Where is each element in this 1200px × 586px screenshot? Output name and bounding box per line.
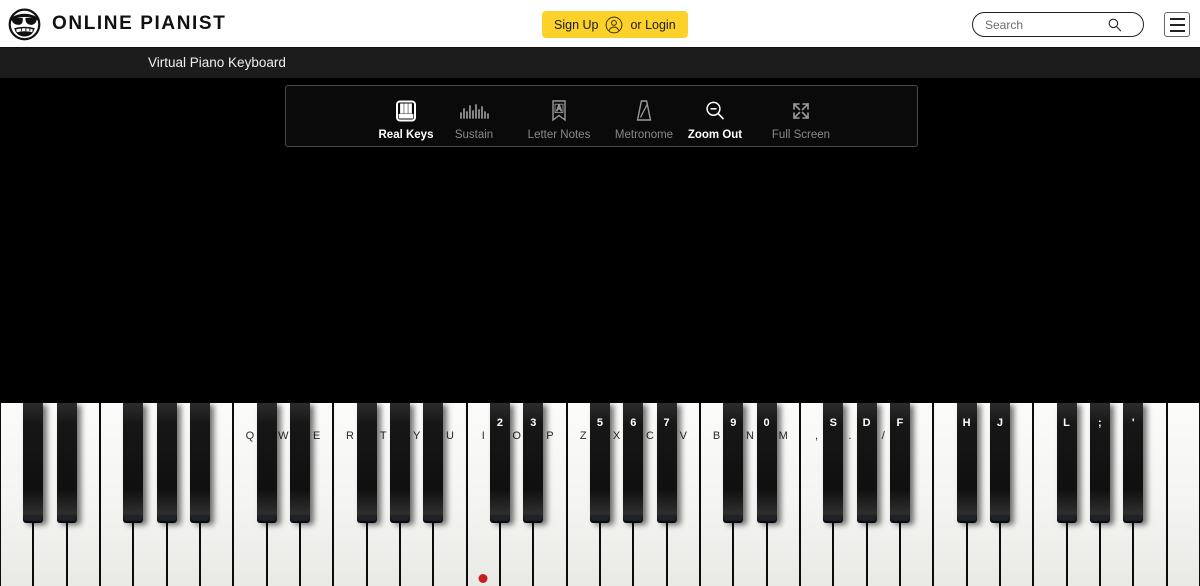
tool-label: Letter Notes	[527, 129, 591, 141]
black-key[interactable]: 2	[489, 403, 510, 523]
piano-keyboard[interactable]: Q W E R T Y U I O P Z X C V B N M,./2 3 5 6 7 9 0 S D F H J L; '	[0, 403, 1200, 586]
black-key[interactable]: 0	[756, 403, 777, 523]
black-key-label: 9	[730, 417, 737, 429]
tool-label: Metronome	[614, 129, 674, 141]
search-box[interactable]	[972, 12, 1144, 37]
piano-toolbar: Real Keys Sustain A Letter Notes Metrono…	[285, 85, 918, 147]
piano-keys-icon	[394, 98, 418, 124]
black-key-label: 6	[630, 417, 637, 429]
white-key[interactable]	[1166, 403, 1200, 586]
brand-name: ONLINE PIANIST	[52, 12, 227, 34]
search-input[interactable]	[973, 14, 1107, 35]
black-key[interactable]: '	[1123, 403, 1144, 523]
black-key[interactable]: F	[889, 403, 910, 523]
letter-page-icon: A	[549, 98, 569, 124]
black-key-label: '	[1131, 417, 1135, 429]
site-header: ONLINE PIANIST Sign Up or Login	[0, 0, 1200, 48]
tool-full-screen[interactable]: Full Screen	[755, 86, 847, 141]
black-key[interactable]	[23, 403, 44, 523]
piano-stage: Real Keys Sustain A Letter Notes Metrono…	[0, 78, 1200, 586]
sunglasses-face-logo-icon	[8, 8, 41, 41]
hamburger-menu-icon[interactable]	[1164, 12, 1190, 37]
page-title: Virtual Piano Keyboard	[148, 55, 286, 70]
black-key-label: J	[996, 417, 1003, 429]
black-key-label: 7	[663, 417, 670, 429]
black-key-label: 2	[496, 417, 503, 429]
tool-label: Real Keys	[378, 129, 434, 141]
black-key[interactable]	[256, 403, 277, 523]
metronome-icon	[634, 98, 654, 124]
tool-label: Sustain	[454, 129, 494, 141]
black-key[interactable]: 3	[523, 403, 544, 523]
black-key[interactable]	[123, 403, 144, 523]
fullscreen-icon	[789, 98, 813, 124]
hamburger-bar	[1169, 29, 1185, 32]
black-key[interactable]: D	[856, 403, 877, 523]
black-key-label: L	[1063, 417, 1070, 429]
black-key-label: H	[962, 417, 971, 429]
black-key[interactable]	[423, 403, 444, 523]
black-key-label: 0	[763, 417, 770, 429]
zoom-out-icon	[703, 98, 727, 124]
black-key[interactable]	[289, 403, 310, 523]
tool-label: Zoom Out	[687, 129, 743, 141]
search-icon[interactable]	[1107, 17, 1122, 32]
black-key[interactable]: H	[956, 403, 977, 523]
black-key[interactable]: L	[1056, 403, 1077, 523]
black-key[interactable]: 9	[723, 403, 744, 523]
black-key-label: 3	[530, 417, 537, 429]
middle-c-marker	[478, 574, 488, 583]
signup-label: Sign Up	[554, 17, 599, 32]
black-key[interactable]	[189, 403, 210, 523]
tool-label: Full Screen	[771, 129, 831, 141]
black-key[interactable]: J	[989, 403, 1010, 523]
black-key-label: D	[862, 417, 871, 429]
hamburger-bar	[1169, 17, 1185, 20]
black-key[interactable]	[356, 403, 377, 523]
black-key-label: 5	[596, 417, 603, 429]
black-key[interactable]: S	[823, 403, 844, 523]
black-key[interactable]: 6	[623, 403, 644, 523]
tool-letter-notes[interactable]: A Letter Notes	[513, 86, 605, 141]
black-key[interactable]	[56, 403, 77, 523]
black-key[interactable]: 5	[589, 403, 610, 523]
black-key[interactable]	[389, 403, 410, 523]
person-circle-icon	[606, 16, 623, 33]
tool-zoom-out[interactable]: Zoom Out	[677, 86, 753, 141]
black-key[interactable]: ;	[1089, 403, 1110, 523]
breadcrumb-bar: Virtual Piano Keyboard	[0, 48, 1200, 78]
svg-text:A: A	[556, 104, 562, 113]
login-label: or Login	[630, 17, 676, 32]
brand-logo-link[interactable]: ONLINE PIANIST	[6, 5, 226, 42]
black-key[interactable]: 7	[656, 403, 677, 523]
hamburger-bar	[1169, 23, 1185, 26]
black-key-label: F	[896, 417, 904, 429]
black-key-label: S	[829, 417, 837, 429]
tool-sustain[interactable]: Sustain	[436, 86, 512, 141]
black-key[interactable]	[156, 403, 177, 523]
waveform-icon	[459, 98, 489, 124]
tool-real-keys[interactable]: Real Keys	[368, 86, 444, 141]
signup-login-button[interactable]: Sign Up or Login	[542, 11, 688, 38]
black-key-label: ;	[1098, 417, 1102, 429]
